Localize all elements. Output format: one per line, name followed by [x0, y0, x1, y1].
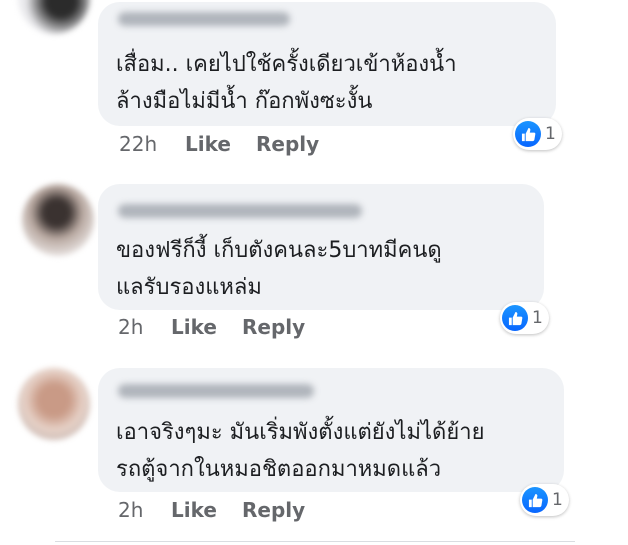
commenter-name-redacted[interactable] — [118, 204, 362, 218]
comment-bubble: เสื่อม.. เคยไปใช้ครั้งเดียวเข้าห้องน้ำ ล… — [98, 2, 556, 126]
thumbs-up-icon — [522, 487, 548, 513]
comment-timestamp[interactable]: 2h — [118, 315, 143, 339]
reply-button[interactable]: Reply — [242, 315, 305, 339]
reaction-count: 1 — [552, 490, 563, 510]
reaction-count: 1 — [545, 124, 556, 144]
comment-text: เสื่อม.. เคยไปใช้ครั้งเดียวเข้าห้องน้ำ ล… — [116, 52, 457, 114]
reaction-summary[interactable]: 1 — [500, 302, 549, 334]
avatar[interactable] — [18, 0, 90, 34]
like-button[interactable]: Like — [171, 498, 217, 522]
comment-timestamp[interactable]: 2h — [118, 498, 143, 522]
reaction-count: 1 — [532, 308, 543, 328]
comment-bubble: ของฟรีก็งี้ เก็บตังคนละ5บาทมีคนดู แลรับร… — [98, 184, 544, 310]
thumbs-up-icon — [515, 121, 541, 147]
commenter-name-redacted[interactable] — [118, 12, 290, 26]
comment-text: เอาจริงๆมะ มันเริ่มพังตั้งแต่ยังไม่ได้ย้… — [116, 420, 485, 482]
reply-button[interactable]: Reply — [256, 132, 319, 156]
comment-text: ของฟรีก็งี้ เก็บตังคนละ5บาทมีคนดู แลรับร… — [116, 238, 442, 300]
avatar[interactable] — [22, 184, 94, 256]
like-button[interactable]: Like — [185, 132, 231, 156]
commenter-name-redacted[interactable] — [118, 384, 314, 398]
like-button[interactable]: Like — [171, 315, 217, 339]
reaction-summary[interactable]: 1 — [520, 484, 569, 516]
comment-timestamp[interactable]: 22h — [119, 132, 157, 156]
reply-button[interactable]: Reply — [242, 498, 305, 522]
reaction-summary[interactable]: 1 — [513, 118, 562, 150]
thumbs-up-icon — [502, 305, 528, 331]
divider — [55, 541, 575, 542]
comment-bubble: เอาจริงๆมะ มันเริ่มพังตั้งแต่ยังไม่ได้ย้… — [98, 368, 564, 492]
avatar[interactable] — [18, 368, 90, 440]
